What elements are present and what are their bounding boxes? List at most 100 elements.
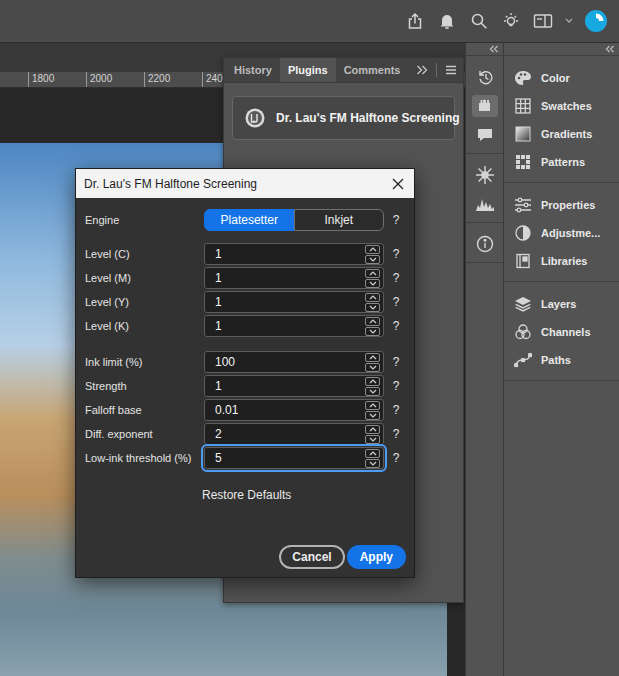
arrow-up-icon[interactable]	[369, 271, 377, 276]
decrement-button[interactable]	[365, 459, 380, 468]
history-icon[interactable]	[475, 67, 495, 87]
help-button[interactable]: ?	[384, 353, 408, 371]
number-input[interactable]	[205, 376, 365, 396]
close-icon[interactable]	[390, 176, 406, 192]
number-input[interactable]	[205, 400, 365, 420]
help-button[interactable]: ?	[384, 317, 408, 335]
actions-icon[interactable]	[475, 165, 495, 185]
arrow-down-icon[interactable]	[369, 413, 377, 418]
creative-cloud-icon[interactable]	[585, 10, 607, 32]
panel-tab[interactable]: History	[226, 58, 280, 82]
increment-button[interactable]	[365, 245, 380, 254]
help-button[interactable]: ?	[384, 211, 408, 229]
arrow-down-icon[interactable]	[369, 437, 377, 442]
collapse-icon[interactable]	[489, 44, 499, 54]
decrement-button[interactable]	[365, 327, 380, 336]
lightbulb-icon[interactable]	[501, 11, 521, 31]
chevron-down-icon[interactable]	[565, 11, 573, 31]
collapse-strip[interactable]	[466, 43, 503, 56]
menu-icon[interactable]	[445, 64, 457, 76]
help-button[interactable]: ?	[384, 245, 408, 263]
arrow-up-icon[interactable]	[369, 355, 377, 360]
panel-tab[interactable]: Comments	[336, 58, 409, 82]
arrow-up-icon[interactable]	[369, 403, 377, 408]
increment-button[interactable]	[365, 353, 380, 362]
collapse-dock[interactable]	[504, 43, 619, 56]
strip-item[interactable]	[466, 91, 503, 120]
decrement-button[interactable]	[365, 255, 380, 264]
plugins-icon[interactable]	[475, 96, 495, 116]
help-button[interactable]: ?	[384, 401, 408, 419]
decrement-button[interactable]	[365, 279, 380, 288]
arrow-down-icon[interactable]	[369, 329, 377, 334]
restore-defaults-link[interactable]: Restore Defaults	[202, 486, 291, 504]
strip-item[interactable]	[466, 160, 503, 189]
dock-item[interactable]: Properties	[504, 191, 619, 219]
strip-button[interactable]	[472, 124, 498, 146]
increment-button[interactable]	[365, 317, 380, 326]
number-input[interactable]	[205, 316, 365, 336]
increment-button[interactable]	[365, 377, 380, 386]
secondary-button[interactable]: Cancel	[279, 545, 344, 569]
number-input[interactable]	[205, 352, 365, 372]
decrement-button[interactable]	[365, 435, 380, 444]
strip-item[interactable]	[466, 120, 503, 149]
arrow-up-icon[interactable]	[369, 247, 377, 252]
increment-button[interactable]	[365, 449, 380, 458]
help-button[interactable]: ?	[384, 269, 408, 287]
arrow-down-icon[interactable]	[369, 389, 377, 394]
increment-button[interactable]	[365, 293, 380, 302]
arrow-down-icon[interactable]	[369, 257, 377, 262]
arrow-up-icon[interactable]	[369, 451, 377, 456]
arrow-down-icon[interactable]	[369, 305, 377, 310]
number-input[interactable]	[205, 424, 365, 444]
arrow-up-icon[interactable]	[369, 427, 377, 432]
increment-button[interactable]	[365, 269, 380, 278]
number-input[interactable]	[205, 268, 365, 288]
number-input[interactable]	[205, 244, 365, 264]
strip-item[interactable]	[466, 189, 503, 218]
engine-option[interactable]: Platesetter	[204, 209, 295, 231]
strip-item[interactable]	[466, 62, 503, 91]
increment-button[interactable]	[365, 425, 380, 434]
strip-button[interactable]	[472, 66, 498, 88]
arrow-down-icon[interactable]	[369, 281, 377, 286]
increment-button[interactable]	[365, 401, 380, 410]
dock-item[interactable]: Channels	[504, 318, 619, 346]
histogram-icon[interactable]	[475, 194, 495, 214]
strip-item[interactable]	[466, 229, 503, 258]
dock-item[interactable]: Swatches	[504, 92, 619, 120]
dock-item[interactable]: Paths	[504, 346, 619, 374]
comments-icon[interactable]	[475, 125, 495, 145]
help-button[interactable]: ?	[384, 377, 408, 395]
search-icon[interactable]	[469, 11, 489, 31]
primary-button[interactable]: Apply	[347, 545, 406, 569]
bell-icon[interactable]	[437, 11, 457, 31]
share-icon[interactable]	[405, 11, 425, 31]
arrow-up-icon[interactable]	[369, 295, 377, 300]
arrow-up-icon[interactable]	[369, 379, 377, 384]
arrow-down-icon[interactable]	[369, 365, 377, 370]
arrow-down-icon[interactable]	[369, 461, 377, 466]
panel-tab[interactable]: Plugins	[280, 58, 336, 82]
help-button[interactable]: ?	[384, 425, 408, 443]
workspace-icon[interactable]	[533, 11, 553, 31]
strip-button[interactable]	[472, 95, 498, 117]
collapse-icon[interactable]	[605, 44, 615, 54]
dock-item[interactable]: Adjustme...	[504, 219, 619, 247]
decrement-button[interactable]	[365, 411, 380, 420]
info-icon[interactable]	[475, 234, 495, 254]
decrement-button[interactable]	[365, 387, 380, 396]
dock-item[interactable]: Libraries	[504, 247, 619, 275]
plugin-item[interactable]: Dr. Lau's FM Halftone Screening	[232, 96, 455, 140]
strip-button[interactable]	[472, 193, 498, 215]
help-button[interactable]: ?	[384, 449, 408, 467]
decrement-button[interactable]	[365, 363, 380, 372]
help-button[interactable]: ?	[384, 293, 408, 311]
overflow-icon[interactable]	[416, 64, 428, 76]
dock-item[interactable]: Patterns	[504, 148, 619, 176]
number-input[interactable]	[205, 448, 365, 468]
engine-option[interactable]: Inkjet	[294, 209, 385, 231]
strip-button[interactable]	[472, 233, 498, 255]
dock-item[interactable]: Color	[504, 64, 619, 92]
